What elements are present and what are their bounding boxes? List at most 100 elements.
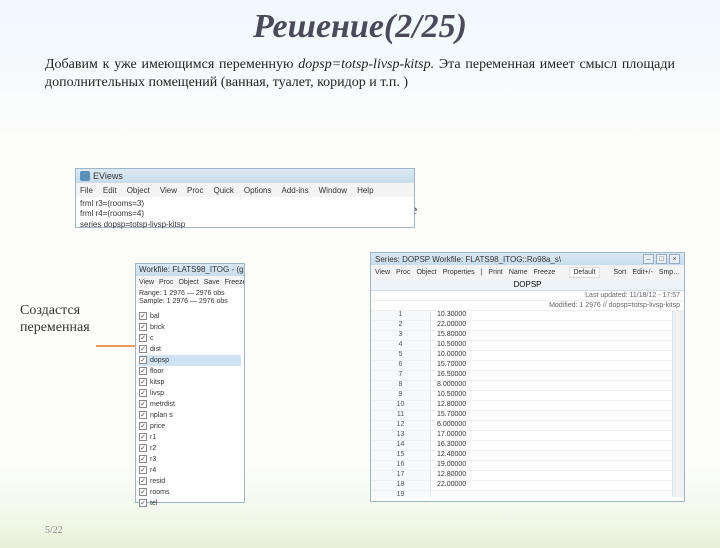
- menu-options[interactable]: Options: [244, 186, 272, 195]
- series-row[interactable]: 222.00000: [371, 321, 672, 331]
- row-index: 5: [371, 351, 431, 361]
- wf-item-price[interactable]: ✓price: [139, 421, 241, 432]
- checkbox-icon: ✓: [139, 466, 147, 474]
- wf-item-label: tel: [150, 500, 157, 507]
- wf-btn-freeze[interactable]: Freeze: [225, 279, 244, 286]
- row-value: 6.000000: [431, 421, 672, 431]
- series-meta: Last updated: 11/18/12 - 17:57: [371, 291, 684, 301]
- wf-btn-proc[interactable]: Proc: [159, 279, 173, 286]
- row-index: 19: [371, 491, 431, 497]
- checkbox-icon: ✓: [139, 411, 147, 419]
- series-row[interactable]: 910.50000: [371, 391, 672, 401]
- wf-item-livsp[interactable]: ✓livsp: [139, 388, 241, 399]
- se-btn-smp[interactable]: Smp…: [659, 269, 680, 276]
- minimize-icon[interactable]: –: [643, 254, 654, 264]
- wf-item-floor[interactable]: ✓floor: [139, 366, 241, 377]
- row-index: 10: [371, 401, 431, 411]
- series-row[interactable]: 1012.80000: [371, 401, 672, 411]
- series-row[interactable]: 110.30000: [371, 311, 672, 321]
- se-btn-sort[interactable]: Sort: [614, 269, 627, 276]
- series-row[interactable]: 1317.00000: [371, 431, 672, 441]
- series-toolbar[interactable]: View Proc Object Properties | Print Name Freeze…: [371, 265, 684, 279]
- window-controls[interactable]: – □ ×: [643, 254, 680, 264]
- menu-help[interactable]: Help: [357, 186, 373, 195]
- menu-proc[interactable]: Proc: [187, 186, 203, 195]
- wf-item-resid[interactable]: ✓resid: [139, 476, 241, 487]
- se-btn-print[interactable]: Print: [488, 269, 502, 276]
- wf-item-r3[interactable]: ✓r3: [139, 454, 241, 465]
- series-title-text: Series: DOPSP Workfile: FLATS98_ITOG::Ro…: [375, 255, 561, 264]
- eviews-menubar[interactable]: File Edit Object View Proc Quick Options Add-in…: [76, 183, 414, 197]
- menu-file[interactable]: File: [80, 186, 93, 195]
- wf-item-r1[interactable]: ✓r1: [139, 432, 241, 443]
- menu-object[interactable]: Object: [127, 186, 150, 195]
- se-btn-view[interactable]: View: [375, 269, 390, 276]
- series-titlebar: Series: DOPSP Workfile: FLATS98_ITOG::Ro…: [371, 253, 684, 265]
- wf-item-dopsp[interactable]: ✓dopsp: [139, 355, 241, 366]
- checkbox-icon: ✓: [139, 378, 147, 386]
- series-row[interactable]: 315.80000: [371, 331, 672, 341]
- sep: |: [481, 269, 483, 276]
- menu-window[interactable]: Window: [319, 186, 347, 195]
- series-row[interactable]: 716.50000: [371, 371, 672, 381]
- checkbox-icon: ✓: [139, 367, 147, 375]
- wf-item-kitsp[interactable]: ✓kitsp: [139, 377, 241, 388]
- series-row[interactable]: 88.000000: [371, 381, 672, 391]
- series-row[interactable]: 1416.30000: [371, 441, 672, 451]
- create-annotation: Создастся переменная: [20, 303, 90, 337]
- menu-view[interactable]: View: [160, 186, 177, 195]
- scrollbar-vertical[interactable]: [672, 311, 684, 497]
- row-value: 19.00000: [431, 461, 672, 471]
- series-row[interactable]: 1619.00000: [371, 461, 672, 471]
- name-field[interactable]: Default: [569, 267, 599, 278]
- se-btn-edit[interactable]: Edit+/-: [632, 269, 652, 276]
- workfile-list[interactable]: ✓bal✓brick✓c✓dist✓dopsp✓floor✓kitsp✓livs…: [136, 309, 244, 511]
- series-row[interactable]: 1115.70000: [371, 411, 672, 421]
- wf-btn-save[interactable]: Save: [204, 279, 220, 286]
- wf-btn-view[interactable]: View: [139, 279, 154, 286]
- wf-item-brick[interactable]: ✓brick: [139, 322, 241, 333]
- maximize-icon[interactable]: □: [656, 254, 667, 264]
- series-row[interactable]: 1712.80000: [371, 471, 672, 481]
- row-value: 12.40000: [431, 451, 672, 461]
- row-value: 22.00000: [431, 321, 672, 331]
- wf-item-label: metrdist: [150, 401, 175, 408]
- series-meta2: Modified: 1 2976 // dopsp=totsp-livsp-ki…: [371, 301, 684, 311]
- series-row[interactable]: 1512.40000: [371, 451, 672, 461]
- se-btn-object[interactable]: Object: [416, 269, 436, 276]
- wf-item-bal[interactable]: ✓bal: [139, 311, 241, 322]
- wf-item-metrdist[interactable]: ✓metrdist: [139, 399, 241, 410]
- wf-item-r4[interactable]: ✓r4: [139, 465, 241, 476]
- row-index: 14: [371, 441, 431, 451]
- wf-item-c[interactable]: ✓c: [139, 333, 241, 344]
- row-index: 6: [371, 361, 431, 371]
- wf-item-rooms[interactable]: ✓rooms: [139, 487, 241, 498]
- wf-btn-object[interactable]: Object: [178, 279, 198, 286]
- eviews-command-pane[interactable]: frml r3=(rooms=3)frml r4=(rooms=4)series…: [76, 197, 414, 232]
- close-icon[interactable]: ×: [669, 254, 680, 264]
- series-grid[interactable]: 110.30000222.00000315.80000410.50000510.…: [371, 311, 672, 497]
- se-btn-freeze[interactable]: Freeze: [534, 269, 556, 276]
- menu-quick[interactable]: Quick: [213, 186, 233, 195]
- wf-item-dist[interactable]: ✓dist: [139, 344, 241, 355]
- series-row[interactable]: 410.50000: [371, 341, 672, 351]
- workfile-toolbar[interactable]: View Proc Object Save Freeze: [136, 276, 244, 288]
- menu-add-ins[interactable]: Add-ins: [282, 186, 309, 195]
- series-row[interactable]: 19: [371, 491, 672, 497]
- se-btn-properties[interactable]: Properties: [443, 269, 475, 276]
- wf-item-r2[interactable]: ✓r2: [139, 443, 241, 454]
- se-btn-name[interactable]: Name: [509, 269, 528, 276]
- wf-item-tel[interactable]: ✓tel: [139, 498, 241, 509]
- menu-edit[interactable]: Edit: [103, 186, 117, 195]
- checkbox-icon: ✓: [139, 323, 147, 331]
- eviews-app-name: EViews: [93, 171, 123, 181]
- series-row[interactable]: 510.00000: [371, 351, 672, 361]
- series-row[interactable]: 1822.00000: [371, 481, 672, 491]
- checkbox-icon: ✓: [139, 488, 147, 496]
- row-value: 10.50000: [431, 391, 672, 401]
- wf-item-nplans[interactable]: ✓nplan s: [139, 410, 241, 421]
- series-row[interactable]: 126.000000: [371, 421, 672, 431]
- workfile-title: Workfile: FLATS98_ITOG - (g…: [136, 264, 244, 276]
- series-row[interactable]: 615.70000: [371, 361, 672, 371]
- se-btn-proc[interactable]: Proc: [396, 269, 410, 276]
